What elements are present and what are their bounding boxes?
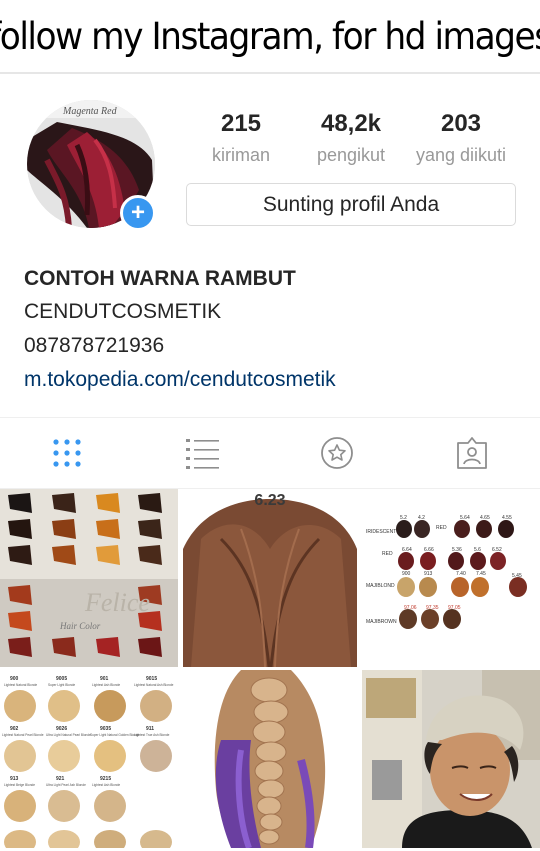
post4-name: Lightest True Ash Blonde (134, 733, 170, 737)
post-image: IRIDESCENT RED MAJIBLOND MAJIBROWN 5.2 4… (362, 489, 540, 667)
star-icon (321, 437, 353, 469)
stat-posts[interactable]: 215 kiriman (186, 108, 296, 170)
post4-name: Lightest Ash Blonde (92, 783, 120, 787)
bio-link[interactable]: m.tokopedia.com/cendutcosmetik (24, 363, 336, 397)
post-image: 900 9005 901 9015 902 9026 9035 911 913 … (0, 670, 178, 848)
post3-code: RED (436, 525, 447, 531)
tab-grid[interactable] (50, 436, 84, 470)
post4-code: 911 (146, 726, 154, 732)
post4-code: 9005 (56, 676, 67, 682)
post-thumbnail[interactable] (181, 670, 359, 848)
stat-following[interactable]: 203 yang diikuti (406, 108, 516, 170)
post-image (181, 670, 359, 848)
profile-name: CONTOH WARNA RAMBUT (24, 267, 296, 290)
list-icon (186, 439, 219, 469)
post3-row-label: IRIDESCENT (366, 529, 396, 535)
post3-code: 913 (424, 571, 433, 577)
post4-code: 9035 (100, 726, 111, 732)
stat-posts-count: 215 (220, 110, 262, 137)
promo-banner: follow my Instagram, for hd images (0, 0, 540, 74)
post3-row-label: MAJIBROWN (366, 619, 397, 625)
post-thumbnail[interactable]: IRIDESCENT RED MAJIBLOND MAJIBROWN 5.2 4… (362, 489, 540, 667)
bio-line-1: CENDUTCOSMETIK (24, 300, 222, 323)
stat-followers[interactable]: 48,2k pengikut (296, 108, 406, 170)
post4-code: 900 (10, 676, 19, 682)
post1-caption: Hair Color (59, 621, 101, 631)
post3-code: 7.45 (476, 571, 486, 577)
post-image (362, 670, 540, 848)
post4-name: Ultra Light Pearl Ash Blonde (46, 783, 86, 787)
stat-following-count: 203 (440, 110, 482, 137)
add-story-button[interactable]: + (120, 195, 156, 231)
post4-name: Lightest Beige Blonde (4, 783, 35, 787)
post4-name: Super Light Blonde (48, 683, 75, 687)
post-image: 6.23 (181, 489, 359, 667)
tab-saved[interactable] (320, 436, 354, 470)
stat-posts-label: kiriman (211, 145, 270, 165)
tab-list[interactable] (186, 436, 220, 470)
post3-row-label: MAJIBLOND (366, 583, 395, 589)
profile-bio: CONTOH WARNA RAMBUT CENDUTCOSMETIK 08787… (24, 262, 336, 397)
post1-brand: Felice (84, 588, 150, 617)
post4-code: 921 (56, 776, 65, 782)
plus-icon: + (130, 199, 145, 226)
post4-name: Ultra Light Natural Pearl Blonde (46, 733, 91, 737)
post4-code: 9015 (146, 676, 157, 682)
stat-following-label: yang diikuti (415, 145, 507, 165)
edit-profile-button[interactable]: Sunting profil Anda (186, 183, 516, 226)
stat-followers-count: 48,2k (320, 110, 382, 137)
post-thumbnail[interactable]: 6.23 (181, 489, 359, 667)
post-thumbnail[interactable]: 900 9005 901 9015 902 9026 9035 911 913 … (0, 670, 178, 848)
post4-name: Lightest Natural Pearl Blonde (2, 733, 44, 737)
stat-followers-label: pengikut (316, 145, 386, 165)
post4-name: Lightest Natural Ash Blonde (134, 683, 174, 687)
post4-code: 902 (10, 726, 19, 732)
post3-code: 900 (402, 571, 411, 577)
post-thumbnail[interactable] (362, 670, 540, 848)
avatar-label: Magenta Red (62, 106, 118, 117)
post4-name: Super Light Natural Golden Blonde (90, 733, 140, 737)
grid-icon (53, 439, 81, 467)
post4-code: 913 (10, 776, 19, 782)
banner-text: follow my Instagram, for hd images (0, 14, 540, 58)
tagged-person-icon (457, 437, 487, 469)
post4-code: 9215 (100, 776, 111, 782)
tab-tagged[interactable] (455, 436, 489, 470)
profile-tabs (0, 417, 540, 489)
post4-code: 9026 (56, 726, 67, 732)
post4-name: Lightest Ash Blonde (92, 683, 120, 687)
post2-shade: 6.23 (254, 492, 285, 509)
bio-phone: 087878721936 (24, 334, 165, 357)
post3-code: 7.40 (456, 571, 466, 577)
posts-grid: Felice Hair Color 6.23 IRIDESCENT RED MA… (0, 489, 540, 851)
post4-name: Lightest Natural Blonde (4, 683, 37, 687)
post-thumbnail[interactable]: Felice Hair Color (0, 489, 178, 667)
post4-code: 901 (100, 676, 109, 682)
post3-row-label: RED (382, 551, 393, 557)
post-image: Felice Hair Color (0, 489, 178, 667)
